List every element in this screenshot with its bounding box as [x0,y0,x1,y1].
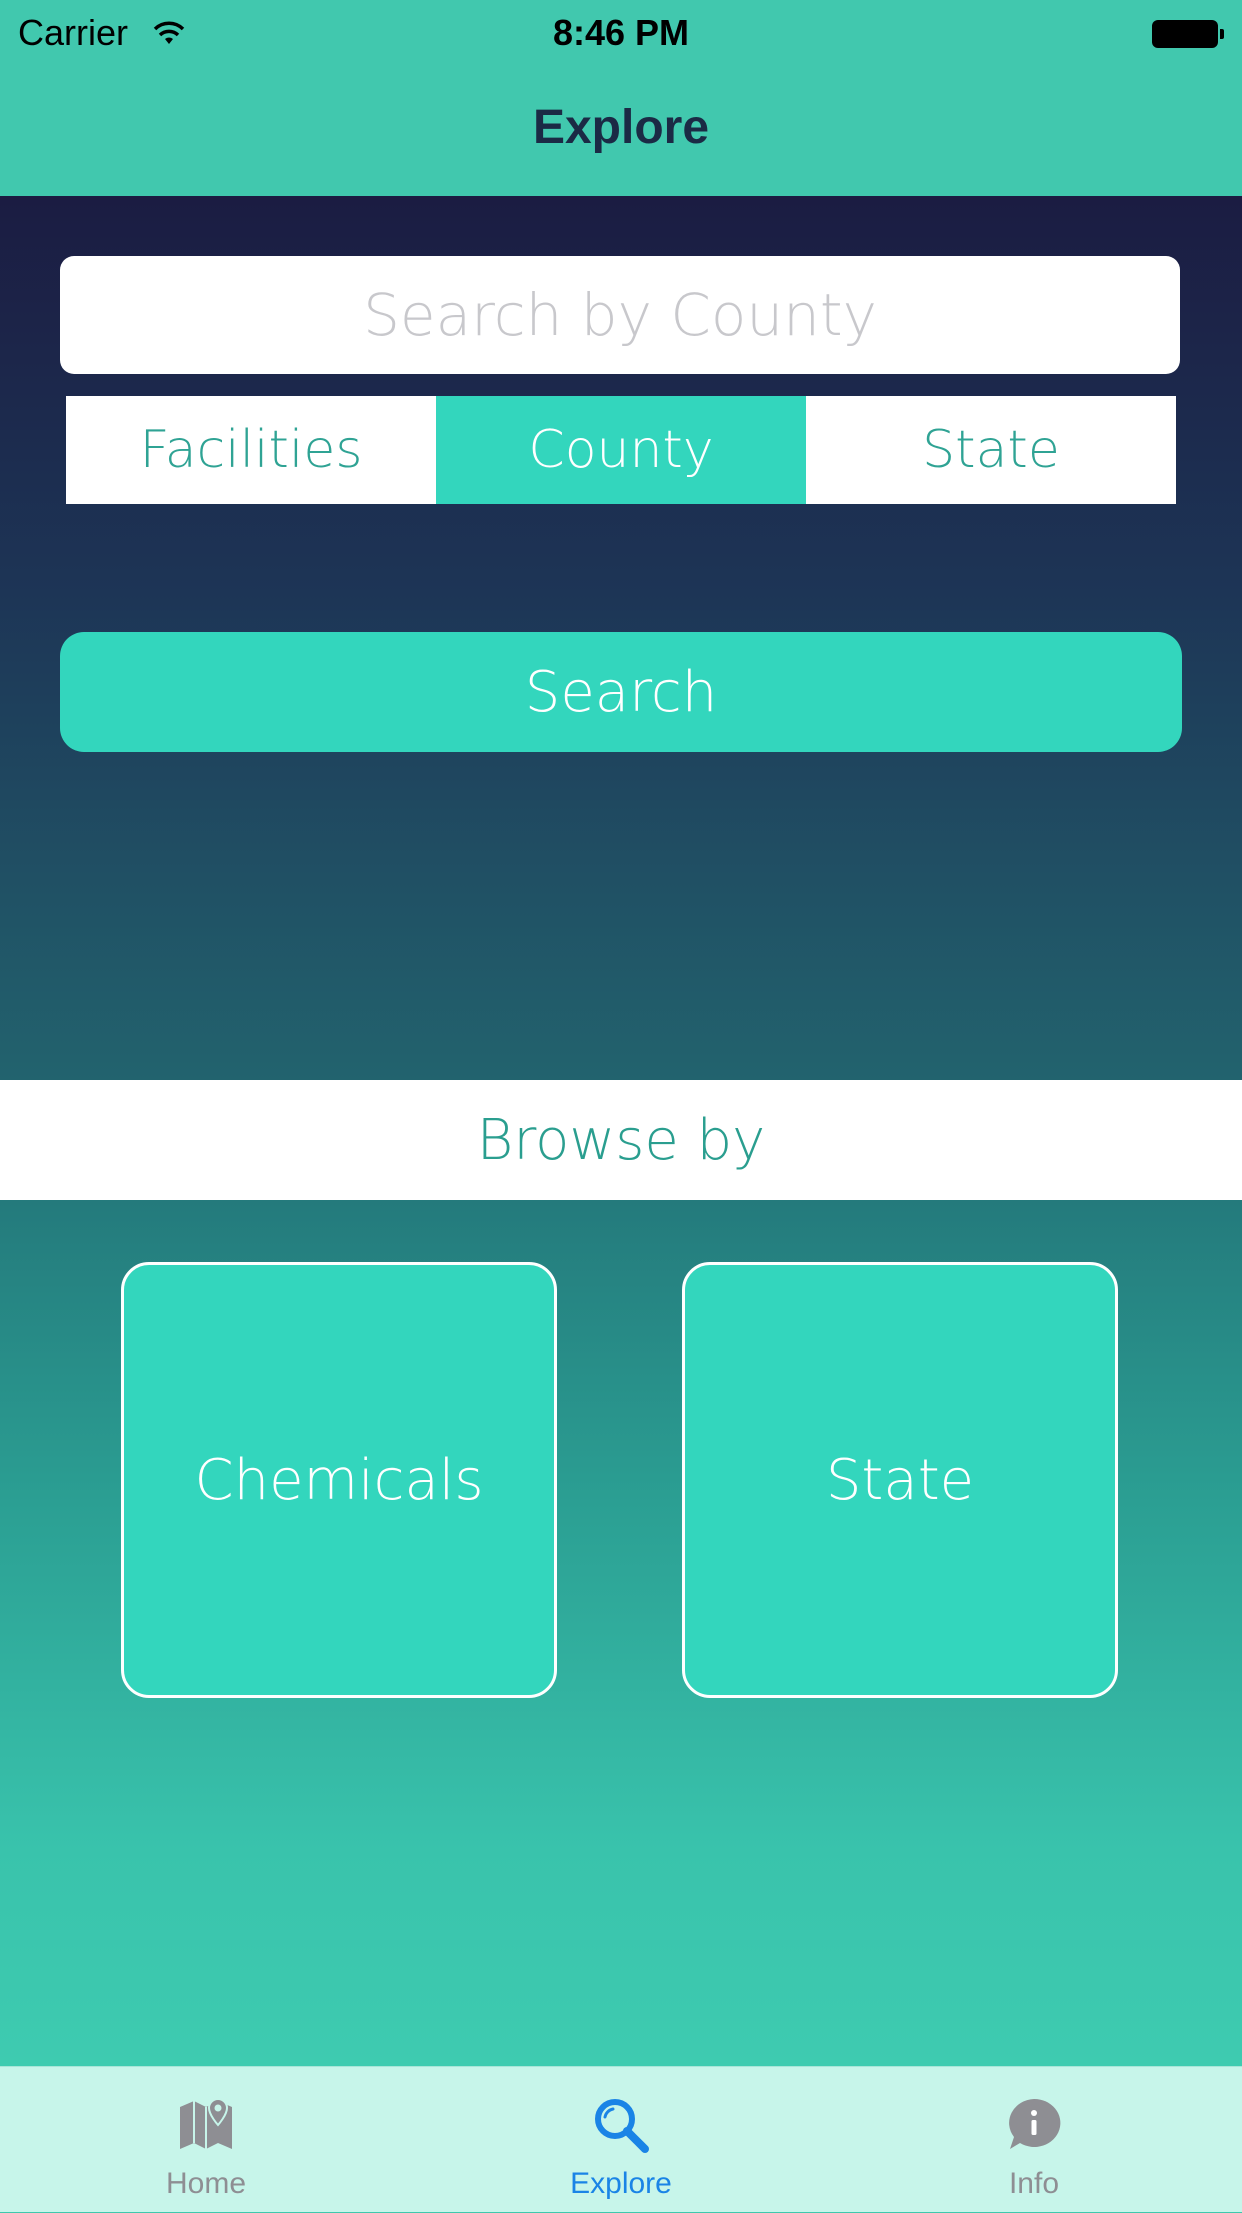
segment-facilities[interactable]: Facilities [66,396,436,504]
tab-bar: Home Explore Info [0,2066,1242,2212]
search-icon [595,2099,649,2153]
status-time: 8:46 PM [552,12,690,53]
browse-area: Chemicals State [0,1200,1242,2066]
navigation-bar: Explore [0,70,1242,196]
tab-explore[interactable]: Explore [471,2067,771,2213]
tab-explore-label: Explore [570,2167,672,2200]
search-scope-segmented-control: Facilities County State [66,396,1176,504]
search-button[interactable]: Search [60,632,1182,752]
browse-by-header: Browse by [0,1080,1242,1200]
tab-home-label: Home [165,2167,247,2200]
browse-chemicals-button[interactable]: Chemicals [121,1262,557,1698]
battery-icon [1152,20,1224,48]
search-input[interactable] [60,256,1180,374]
segment-state[interactable]: State [806,396,1176,504]
map-icon [180,2097,232,2149]
tab-info-label: Info [1008,2167,1060,2200]
page-title: Explore [532,101,710,154]
tab-info[interactable]: Info [884,2067,1184,2213]
search-panel: Facilities County State Search [0,196,1242,1080]
browse-state-button[interactable]: State [682,1262,1118,1698]
info-bubble-icon [1009,2098,1061,2149]
tab-home[interactable]: Home [56,2067,356,2213]
segment-county[interactable]: County [436,396,806,504]
status-bar: Carrier 8:46 PM [0,0,1242,70]
